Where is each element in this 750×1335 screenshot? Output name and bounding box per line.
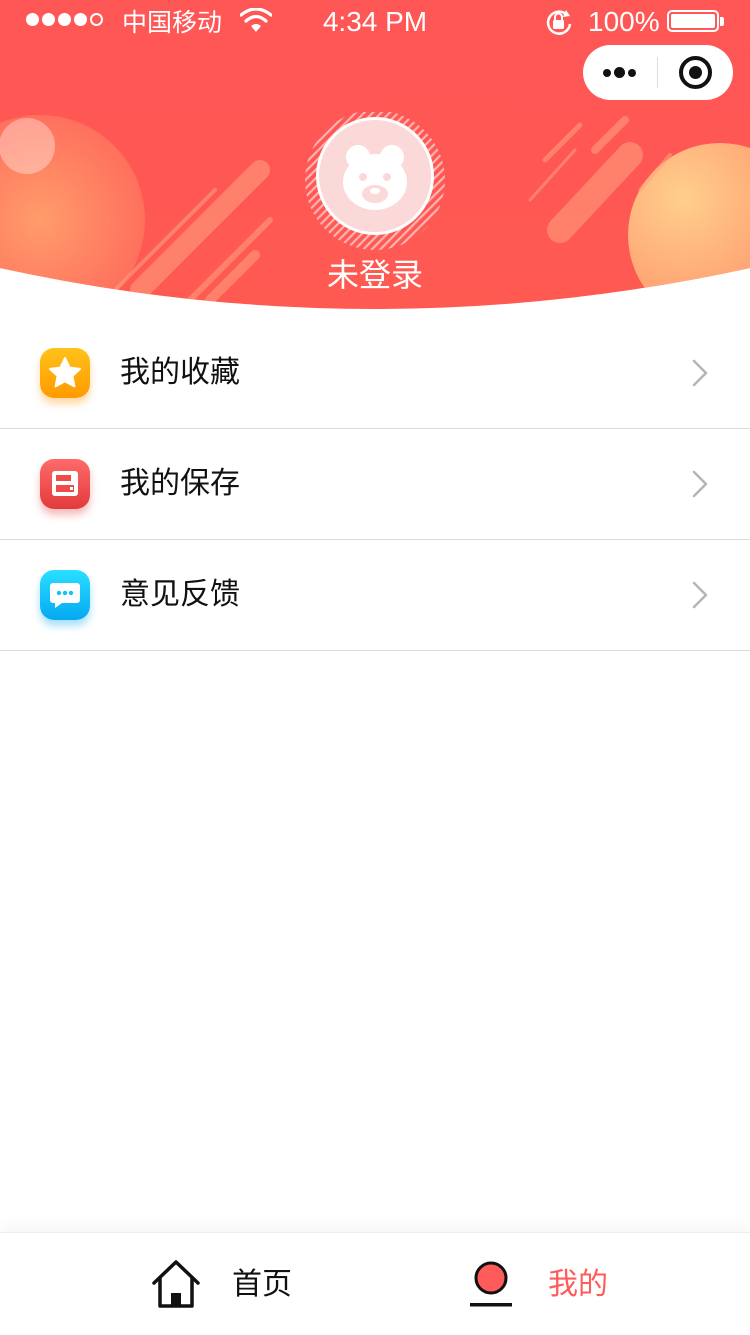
user-icon [470, 1261, 512, 1307]
home-icon [152, 1260, 200, 1308]
star-icon [40, 348, 90, 398]
status-bar: 中国移动 4:34 PM 100% [0, 0, 750, 46]
menu-item-label: 我的收藏 [120, 355, 240, 390]
menu-item-feedback[interactable]: 意见反馈 [0, 540, 750, 651]
miniprogram-capsule [583, 45, 733, 100]
menu-item-favorites[interactable]: 我的收藏 [0, 318, 750, 429]
tab-mine-label: 我的 [548, 1267, 608, 1302]
battery-icon [667, 10, 719, 32]
chevron-right-icon [692, 581, 708, 609]
tab-home-label: 首页 [232, 1267, 292, 1302]
chevron-right-icon [692, 470, 708, 498]
tab-home[interactable]: 首页 [150, 1233, 310, 1335]
menu-item-saved[interactable]: 我的保存 [0, 429, 750, 540]
login-status-text[interactable]: 未登录 [0, 255, 750, 295]
bear-avatar-icon [343, 145, 407, 210]
save-icon [40, 459, 90, 509]
menu-list: 我的收藏 我的保存 意见反馈 [0, 318, 750, 651]
avatar-circle [316, 117, 434, 235]
menu-item-label: 我的保存 [120, 466, 240, 501]
battery-percentage: 100% [588, 6, 660, 37]
more-dots-icon[interactable] [583, 45, 658, 100]
chevron-right-icon [692, 359, 708, 387]
profile-header: 中国移动 4:34 PM 100% 未登录 [0, 0, 750, 330]
rotation-lock-icon [546, 10, 572, 35]
target-close-icon[interactable] [658, 45, 733, 100]
menu-item-label: 意见反馈 [120, 577, 240, 612]
tab-mine[interactable]: 我的 [466, 1233, 626, 1335]
tab-bar: 首页 我的 [0, 1232, 750, 1335]
chat-bubble-icon [40, 570, 90, 620]
avatar[interactable] [304, 112, 446, 254]
